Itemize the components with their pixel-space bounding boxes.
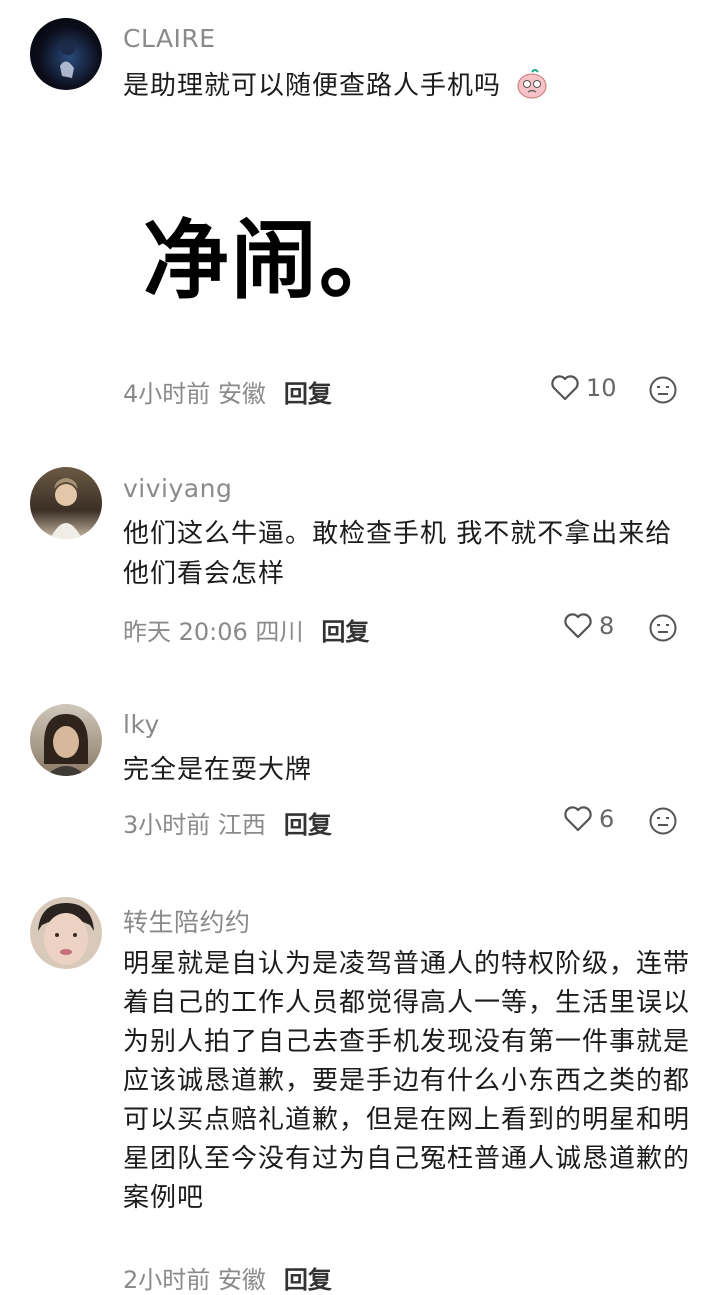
sticker-image: 净闹。 — [143, 211, 407, 311]
time-location: 3小时前 江西 — [123, 811, 266, 839]
username[interactable]: CLAIRE — [123, 24, 216, 53]
username[interactable]: lky — [123, 710, 160, 739]
comment-meta: 昨天 20:06 四川 回复 — [123, 612, 369, 647]
avatar[interactable] — [30, 467, 102, 539]
like-button[interactable]: 6 — [563, 805, 614, 833]
reply-button[interactable]: 回复 — [321, 612, 369, 647]
emoji-reaction-icon[interactable] — [648, 375, 678, 409]
like-count: 10 — [586, 374, 617, 402]
heart-icon — [564, 613, 592, 639]
like-count: 6 — [599, 805, 615, 833]
time-location: 4小时前 安徽 — [123, 380, 266, 408]
comment-text: 是助理就可以随便查路人手机吗 — [123, 71, 502, 101]
reply-button[interactable]: 回复 — [284, 805, 332, 840]
like-button[interactable]: 8 — [563, 612, 614, 640]
comment-text: 完全是在耍大牌 — [123, 755, 313, 785]
reply-button[interactable]: 回复 — [284, 1260, 332, 1295]
time-location: 2小时前 安徽 — [123, 1266, 266, 1294]
username[interactable]: viviyang — [123, 474, 232, 503]
comment-meta: 4小时前 安徽 回复 — [123, 374, 332, 409]
username[interactable]: 转生陪约约 — [123, 903, 251, 939]
heart-icon — [551, 375, 579, 401]
emoji-icon — [515, 66, 551, 112]
avatar[interactable] — [30, 18, 102, 90]
comment-text: 明星就是自认为是凌驾普通人的特权阶级，连带着自己的工作人员都觉得高人一等，生活里… — [123, 949, 691, 1213]
comment-text: 他们这么牛逼。敢检查手机 我不就不拿出来给他们看会怎样 — [123, 519, 673, 589]
heart-icon — [564, 806, 592, 832]
comment-meta: 3小时前 江西 回复 — [123, 805, 332, 840]
reply-button[interactable]: 回复 — [284, 374, 332, 409]
comment-meta: 2小时前 安徽 回复 — [123, 1260, 332, 1295]
emoji-reaction-icon[interactable] — [648, 613, 678, 647]
avatar[interactable] — [30, 897, 102, 969]
time-location: 昨天 20:06 四川 — [123, 618, 304, 646]
avatar[interactable] — [30, 704, 102, 776]
like-button[interactable]: 10 — [550, 374, 617, 402]
emoji-reaction-icon[interactable] — [648, 806, 678, 840]
like-count: 8 — [599, 612, 615, 640]
